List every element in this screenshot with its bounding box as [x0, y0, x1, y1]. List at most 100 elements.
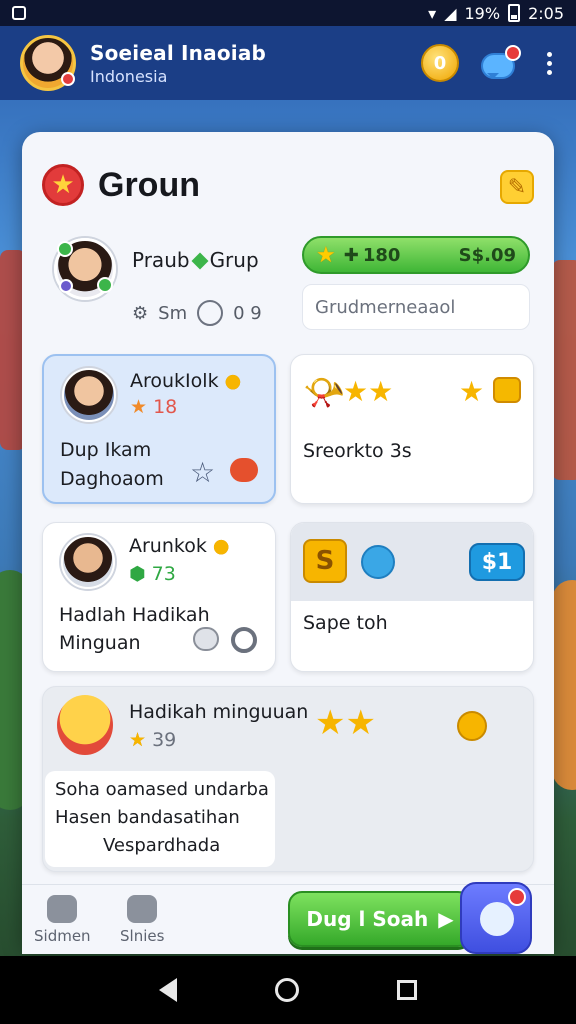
recent-apps-icon[interactable] — [397, 980, 417, 1000]
star-icon: ★ — [129, 729, 147, 751]
member-avatar — [62, 368, 116, 422]
card-line-2: Minguan — [59, 632, 141, 654]
target-icon[interactable] — [231, 627, 257, 653]
weekly-reward-card[interactable]: Hadikah minguuan ★ 39 ★★ Soha oamased un… — [42, 686, 534, 872]
star-icon: ★★ — [343, 375, 394, 408]
wifi-icon: ▾ — [428, 3, 437, 23]
clock-icon — [197, 300, 224, 326]
star-icon: ★ — [42, 164, 84, 206]
notification-badge — [508, 888, 526, 906]
play-button[interactable]: Dug l Soah ▶ — [288, 891, 472, 947]
star-icon: ★ — [316, 242, 336, 268]
clock: 2:05 — [528, 3, 564, 23]
signal-icon: ◢ — [444, 3, 457, 23]
profile-avatar — [54, 238, 116, 300]
nav-item-1[interactable]: Sidmen — [34, 895, 91, 945]
member-stat: ⬢ 73 — [129, 563, 176, 585]
status-badge — [61, 72, 75, 86]
reward-title: Hadikah minguuan — [129, 701, 309, 723]
shop-card[interactable]: S $1 Sape toh — [290, 522, 534, 672]
status-bar: ▾ ◢ 19% 2:05 — [0, 0, 576, 26]
group-panel: ★ Groun ✎ Praub Grup ⚙ Sm 0 9 ★ ✚ 180 S$.… — [22, 132, 554, 952]
panel-title: Groun — [98, 165, 200, 204]
card-line-1: Sreorkto 3s — [303, 440, 412, 462]
progress-level: 180 — [362, 244, 401, 266]
note-line-2: Hasen bandasatihan — [55, 807, 240, 828]
search-placeholder: Grudmerneaaol — [315, 296, 456, 318]
comment-icon[interactable] — [193, 627, 219, 651]
card-line-2: Daghoaom — [60, 468, 164, 490]
back-icon[interactable] — [159, 978, 177, 1002]
link-icon: ⬢ — [129, 563, 146, 585]
note-line-1: Soha oamased undarba — [55, 779, 269, 800]
background-building — [552, 260, 576, 480]
card-line-1: Dup Ikam — [60, 439, 152, 461]
coin-icon: ● — [212, 535, 230, 557]
plus-icon: ✚ — [343, 244, 359, 266]
rank-badge — [59, 279, 73, 293]
battery-percent: 19% — [464, 3, 501, 23]
member-card[interactable]: AroukIolk ● ★ 18 Dup Ikam Daghoaom ☆ — [42, 354, 276, 504]
notification-badge — [505, 45, 521, 61]
note-line-3: Vespardhada — [103, 835, 221, 856]
member-name: AroukIolk ● — [130, 370, 242, 392]
card-line-1: Hadlah Hadikah — [59, 604, 210, 626]
member-card[interactable]: Arunkok ● ⬢ 73 Hadlah Hadikah Minguan — [42, 522, 276, 672]
game-screen: ▾ ◢ 19% 2:05 Soeieal Inaoiab Indonesia 0… — [0, 0, 576, 1024]
coin-icon: ● — [224, 370, 242, 392]
camera-icon — [127, 895, 158, 923]
reward-stat: ★ 39 — [129, 729, 177, 751]
background-character — [552, 580, 576, 790]
member-stat: ★ 18 — [130, 396, 178, 418]
group-profile[interactable]: Praub Grup ⚙ Sm 0 9 — [54, 238, 284, 326]
member-name: Arunkok ● — [129, 535, 230, 557]
profile-stat-2: 0 9 — [233, 302, 262, 324]
battery-icon — [508, 4, 521, 22]
edit-icon[interactable]: ✎ — [500, 170, 534, 204]
system-nav-bar — [0, 956, 576, 1024]
app-title: Soeieal Inaoiab — [90, 40, 267, 65]
more-menu-icon[interactable] — [543, 51, 556, 75]
chat-button[interactable] — [481, 45, 521, 81]
people-icon — [47, 895, 78, 923]
star-outline-icon[interactable]: ☆ — [190, 456, 215, 489]
star-icon: ★ — [459, 375, 485, 408]
verified-badge — [97, 277, 113, 293]
play-arrow-icon: ▶ — [438, 907, 454, 931]
trumpet-icon: 📯 — [303, 373, 346, 413]
globe-icon — [361, 545, 395, 579]
user-avatar[interactable] — [20, 35, 76, 91]
note-box: Soha oamased undarba Hasen bandasatihan … — [45, 771, 275, 867]
send-icon — [480, 902, 514, 936]
gift-icon[interactable] — [230, 458, 258, 482]
star-icon: ★ — [130, 396, 148, 418]
star-icon: ★★ — [315, 703, 376, 743]
action-button[interactable] — [460, 882, 532, 954]
progress-amount: S$.09 — [458, 244, 516, 266]
coin-button[interactable]: 0 — [421, 44, 459, 82]
home-icon[interactable] — [275, 978, 299, 1002]
dollar-icon: S — [303, 539, 347, 583]
coin-icon: 0 — [433, 52, 447, 74]
progress-bar[interactable]: ★ ✚ 180 S$.09 — [302, 236, 530, 274]
search-input[interactable]: Grudmerneaaol — [302, 284, 530, 330]
play-label: Dug l Soah — [306, 907, 429, 931]
coin-icon — [457, 711, 487, 741]
mascot-icon — [57, 695, 113, 755]
nav-label-1: Sidmen — [34, 927, 91, 945]
gem-icon — [191, 252, 209, 270]
nav-label-2: Slnies — [120, 927, 165, 945]
members-icon: ⚙ — [132, 302, 149, 324]
price-badge[interactable]: $1 — [469, 543, 525, 581]
nav-item-2[interactable]: Slnies — [120, 895, 164, 945]
member-avatar — [61, 535, 115, 589]
online-badge — [57, 241, 73, 257]
app-subtitle: Indonesia — [90, 66, 168, 86]
profile-stat-1: Sm — [158, 302, 188, 324]
app-header: Soeieal Inaoiab Indonesia 0 — [0, 26, 576, 100]
treasure-icon — [493, 377, 521, 403]
profile-name: Praub — [132, 248, 190, 272]
reward-card[interactable]: 📯 ★★ ★ Sreorkto 3s — [290, 354, 534, 504]
card-line-1: Sape toh — [303, 612, 388, 634]
notification-icon — [12, 6, 26, 20]
